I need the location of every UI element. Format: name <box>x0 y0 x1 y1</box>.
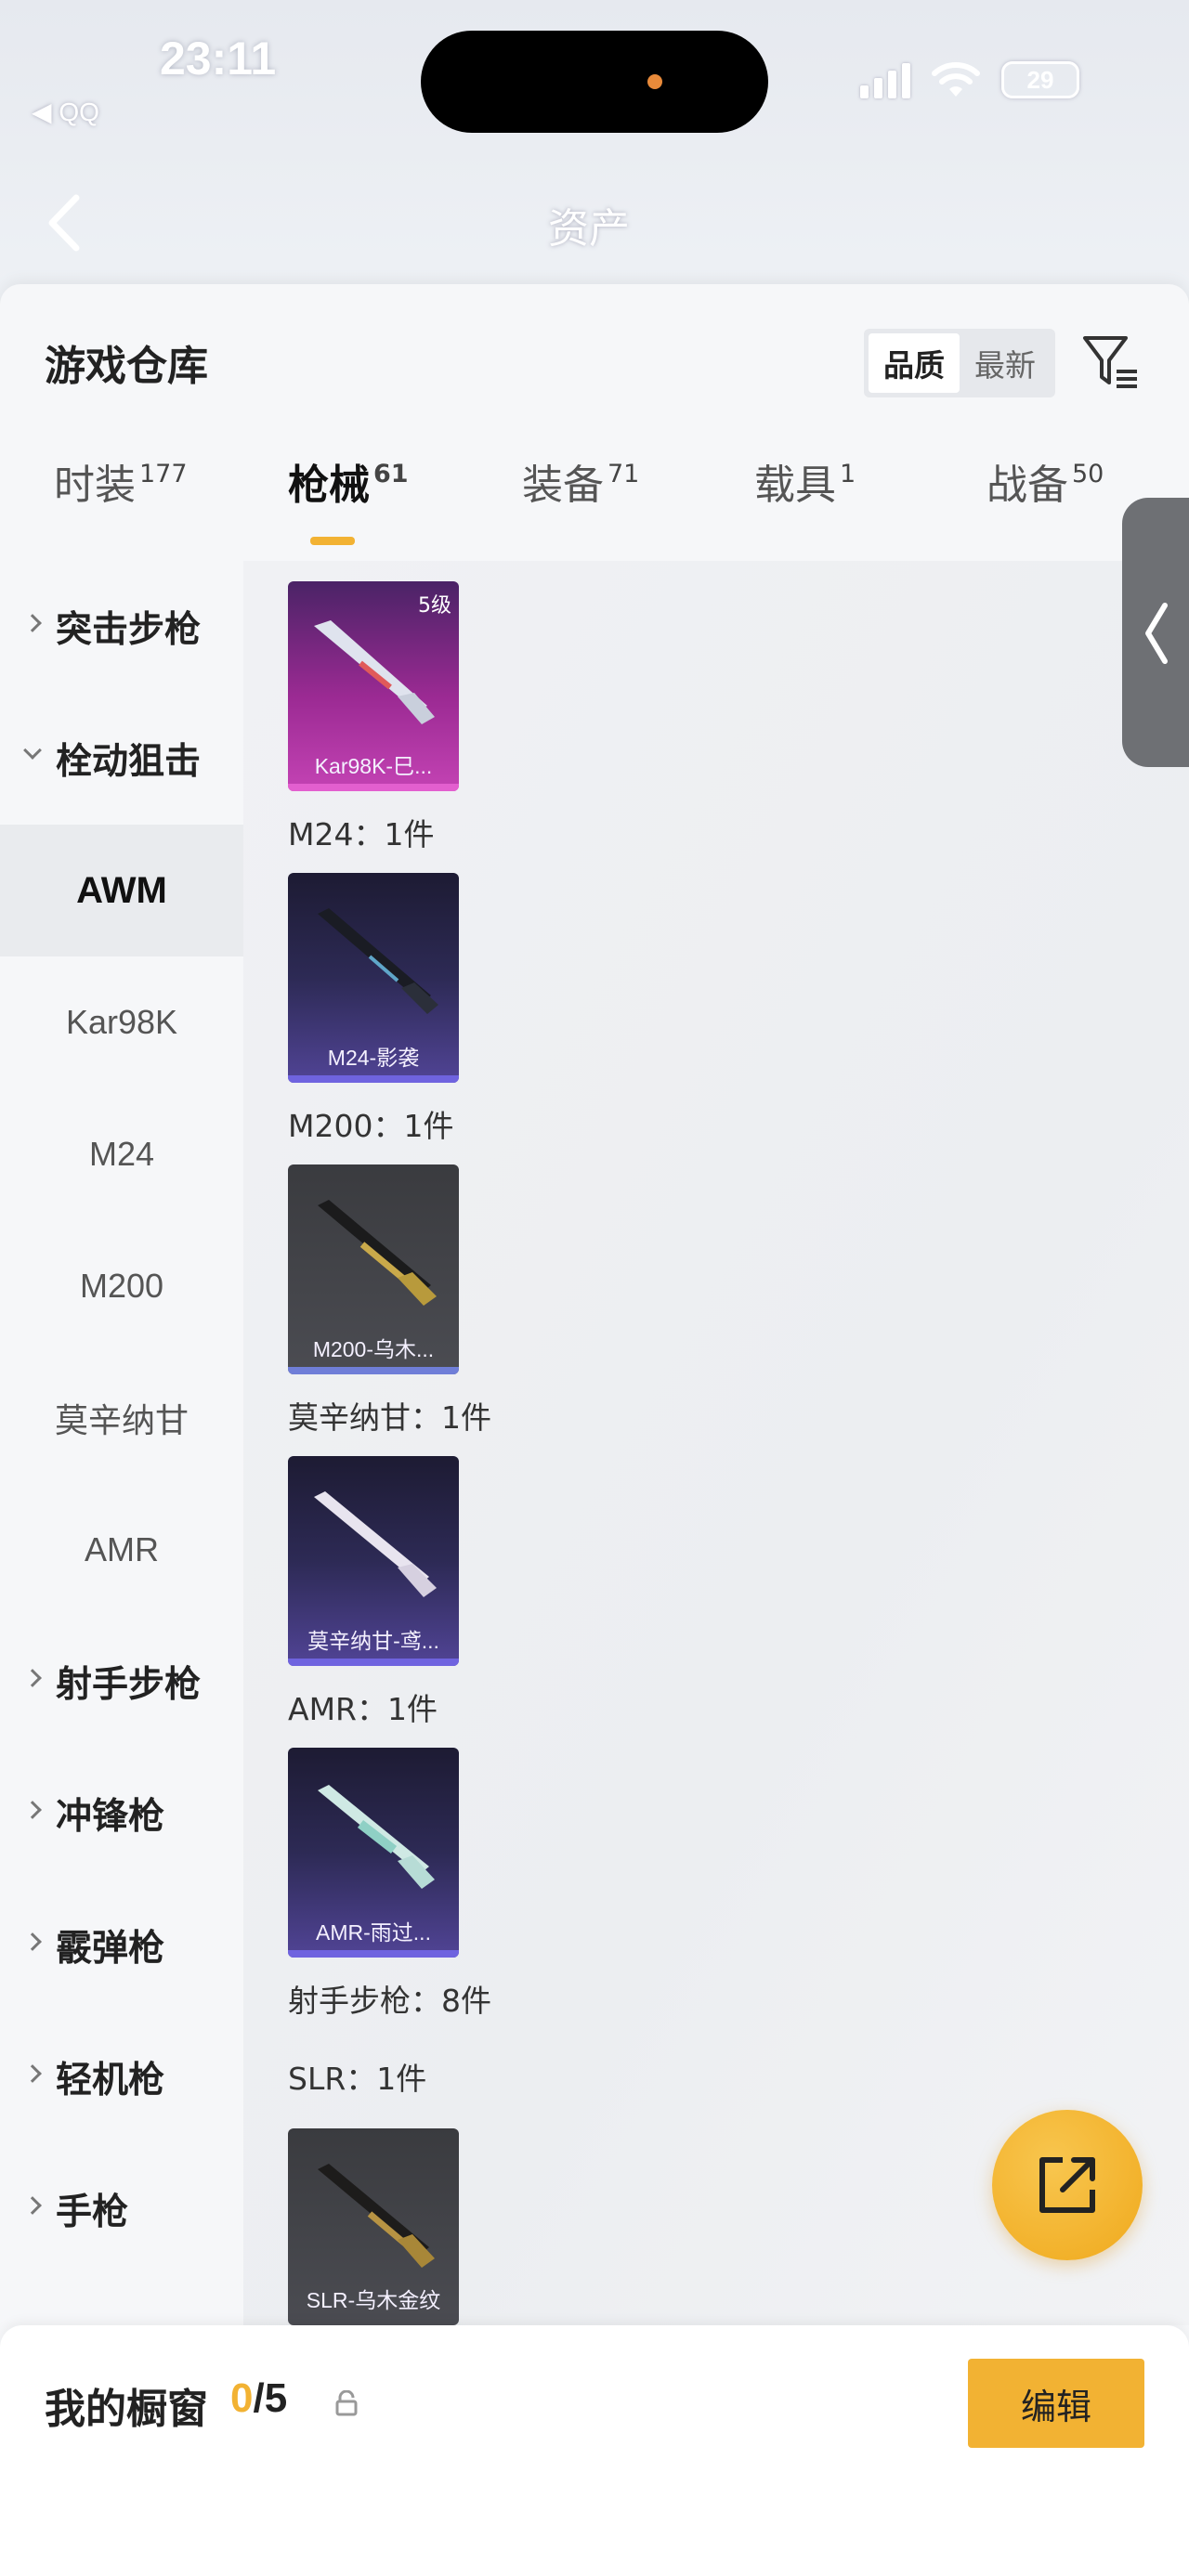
item-name: AMR-雨过... <box>316 1920 431 1945</box>
weapon-category-sidebar: 突击步枪 栓动狙击 AWM Kar98K M24 M200 莫辛纳甘 AMR 射… <box>0 561 243 2325</box>
subcategory-awm[interactable]: AWM <box>0 825 243 956</box>
signal-icon <box>860 63 910 98</box>
sort-newest-button[interactable]: 最新 <box>960 333 1051 393</box>
chevron-right-icon <box>23 614 42 632</box>
category-tabs: 时装 177 枪械 61 装备 71 载具 1 战备 50 <box>0 451 1189 544</box>
chevron-right-icon <box>23 2196 42 2215</box>
chevron-right-icon <box>23 1932 42 1951</box>
item-card[interactable]: M24-影袭 <box>288 873 459 1083</box>
lock-icon <box>335 2390 358 2416</box>
count-label: SLR：1件 <box>288 2061 427 2097</box>
rifle-icon <box>318 1785 435 1889</box>
camera-indicator-icon <box>647 74 662 89</box>
showcase-used-count: 0 <box>230 2375 254 2421</box>
status-icons: 29 <box>860 61 1079 98</box>
category-shotgun[interactable]: 霰弹枪 <box>0 1880 243 2011</box>
wifi-icon <box>932 62 980 97</box>
category-marksman-rifle[interactable]: 射手步枪 <box>0 1616 243 1748</box>
chevron-right-icon <box>23 2064 42 2083</box>
chevron-right-icon <box>23 1801 42 1819</box>
top-header: 23:11 ◀ QQ 29 资产 <box>0 0 1189 297</box>
count-label: AMR：1件 <box>288 1691 438 1727</box>
chevron-left-icon[interactable] <box>41 190 87 255</box>
share-button[interactable] <box>992 2110 1143 2260</box>
dynamic-island <box>421 31 768 133</box>
tab-fashion[interactable]: 时装 177 <box>54 451 188 511</box>
sheet-title: 游戏仓库 <box>45 343 208 390</box>
edit-button[interactable]: 编辑 <box>968 2359 1144 2448</box>
category-assault-rifle[interactable]: 突击步枪 <box>0 561 243 693</box>
category-lmg[interactable]: 轻机枪 <box>0 2011 243 2143</box>
rifle-icon <box>314 1491 437 1597</box>
item-card[interactable]: SLR-乌木金纹 <box>288 2128 459 2325</box>
subcategory-kar98k[interactable]: Kar98K <box>0 956 243 1088</box>
rarity-bar <box>288 1075 459 1083</box>
category-pistol[interactable]: 手枪 <box>0 2143 243 2275</box>
sort-toggle: 品质 最新 <box>864 329 1055 397</box>
rifle-icon <box>314 620 435 724</box>
subcategory-amr[interactable]: AMR <box>0 1484 243 1616</box>
item-card[interactable]: 5级 Kar98K-巳... <box>288 581 459 791</box>
rarity-bar <box>288 1367 459 1374</box>
category-bolt-action-sniper[interactable]: 栓动狙击 <box>0 693 243 825</box>
chevron-down-icon <box>23 741 42 760</box>
rifle-icon <box>318 908 438 1014</box>
rifle-icon <box>318 1200 437 1306</box>
tab-vehicles[interactable]: 载具 1 <box>754 451 856 511</box>
count-label: 莫辛纳甘：1件 <box>288 1399 491 1436</box>
count-label: M200：1件 <box>288 1108 454 1144</box>
count-label: 射手步枪：8件 <box>288 1983 491 2019</box>
showcase-count: 0/5 <box>230 2375 287 2422</box>
side-drawer-handle[interactable] <box>1122 498 1189 767</box>
tab-firearms[interactable]: 枪械 61 <box>288 451 409 511</box>
showcase-total-count: /5 <box>253 2375 288 2421</box>
active-tab-indicator <box>310 537 355 545</box>
status-time: 23:11 <box>160 33 277 85</box>
rifle-icon <box>318 2164 435 2268</box>
subcategory-m24[interactable]: M24 <box>0 1088 243 1220</box>
item-name: M200-乌木... <box>312 1337 435 1361</box>
battery-icon: 29 <box>1001 61 1079 98</box>
rarity-bar <box>288 784 459 791</box>
count-label: M24：1件 <box>288 816 435 852</box>
item-card[interactable]: 莫辛纳甘-鸢... <box>288 1456 459 1666</box>
filter-icon[interactable] <box>1079 331 1141 392</box>
item-name: SLR-乌木金纹 <box>306 2288 441 2312</box>
showcase-bar: 我的橱窗 0/5 编辑 <box>0 2325 1189 2576</box>
chevron-left-icon <box>1145 603 1168 664</box>
subcategory-m200[interactable]: M200 <box>0 1220 243 1352</box>
back-to-app-link[interactable]: ◀ QQ <box>32 97 99 127</box>
chevron-right-icon <box>23 1669 42 1687</box>
rarity-bar <box>288 1950 459 1958</box>
page-title: 资产 <box>548 205 630 253</box>
item-card[interactable]: AMR-雨过... <box>288 1748 459 1958</box>
share-external-icon <box>1039 2157 1095 2213</box>
rarity-bar <box>288 1659 459 1666</box>
subcategory-mosin-nagant[interactable]: 莫辛纳甘 <box>0 1352 243 1484</box>
tab-battle-gear[interactable]: 战备 50 <box>986 451 1104 511</box>
item-name: 莫辛纳甘-鸢... <box>307 1629 439 1653</box>
item-card[interactable]: M200-乌木... <box>288 1164 459 1374</box>
item-name: Kar98K-巳... <box>314 754 433 778</box>
sort-quality-button[interactable]: 品质 <box>869 333 960 393</box>
showcase-title: 我的橱窗 <box>45 2386 208 2433</box>
category-smg[interactable]: 冲锋枪 <box>0 1748 243 1880</box>
item-name: M24-影袭 <box>327 1046 420 1070</box>
tab-equipment[interactable]: 装备 71 <box>522 451 639 511</box>
item-grid: 5级 Kar98K-巳... M24：1件 M24-影袭 M200：1件 M20… <box>243 561 1189 2325</box>
